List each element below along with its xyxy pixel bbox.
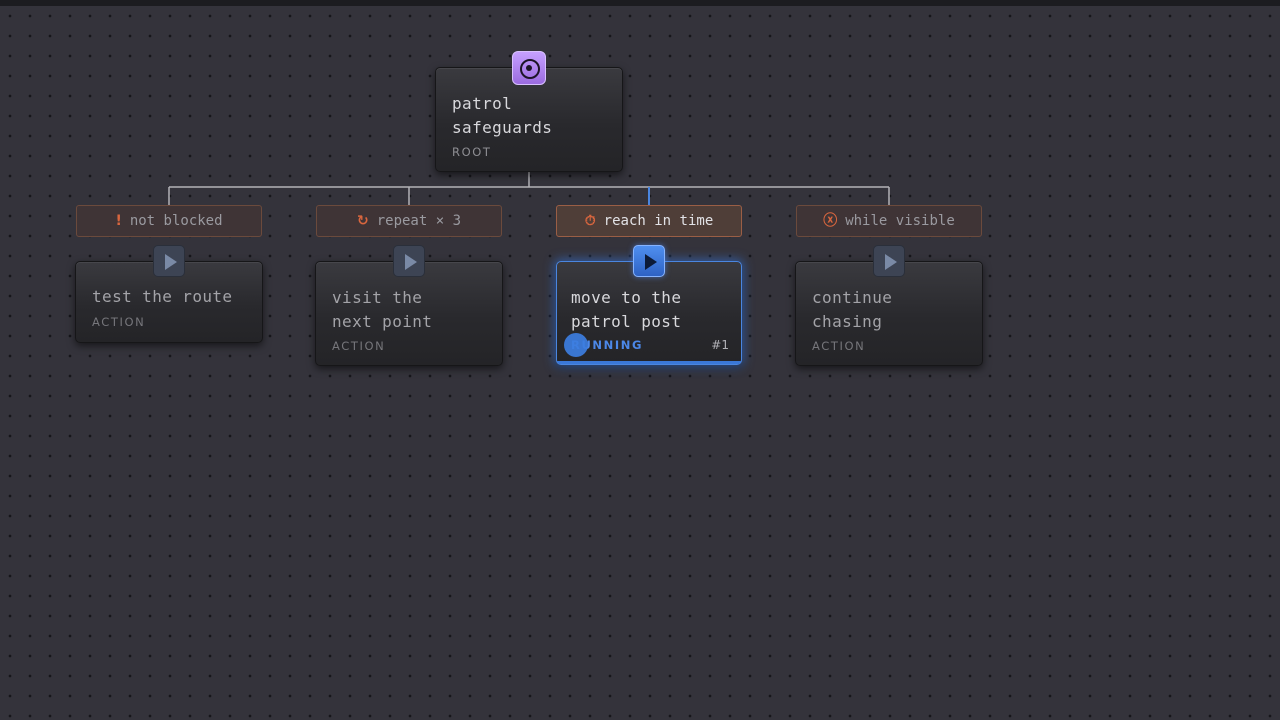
root-node-title: patrol safeguards [452,94,553,137]
running-indicator [564,333,588,357]
circle-x-icon: ⓧ [823,213,838,229]
decorator-label: while visible [845,213,955,229]
play-icon [165,254,177,270]
decorator-label: reach in time [603,213,714,229]
decorator-while-visible[interactable]: ⓧ while visible [796,205,982,237]
play-icon [405,254,417,270]
action-node-title: move to the patrol post [571,288,682,331]
action-node-type: ACTION [92,315,146,329]
action-node-title: continue chasing [812,288,893,331]
play-button[interactable] [873,245,905,277]
target-icon [512,51,546,85]
action-node-type: ACTION [332,339,386,353]
stopwatch-icon: ⏱ [584,213,596,229]
play-icon [645,254,657,270]
decorator-not-blocked[interactable]: ! not blocked [76,205,262,237]
action-node-type: ACTION [812,339,866,353]
play-button[interactable] [153,245,185,277]
running-progress-bar [557,361,741,364]
run-count: #1 [711,338,729,352]
exclamation-icon: ! [115,213,122,229]
decorator-reach-in-time[interactable]: ⏱ reach in time [556,205,742,237]
action-node-title: test the route [92,287,233,306]
decorator-label: not blocked [129,213,223,229]
repeat-icon: ↻ [356,213,369,229]
play-button[interactable] [633,245,665,277]
play-icon [885,254,897,270]
root-node-type: ROOT [452,145,492,159]
action-node-title: visit the next point [332,288,433,331]
play-button[interactable] [393,245,425,277]
decorator-label: repeat × 3 [376,213,462,229]
decorator-repeat[interactable]: ↻ repeat × 3 [316,205,502,237]
